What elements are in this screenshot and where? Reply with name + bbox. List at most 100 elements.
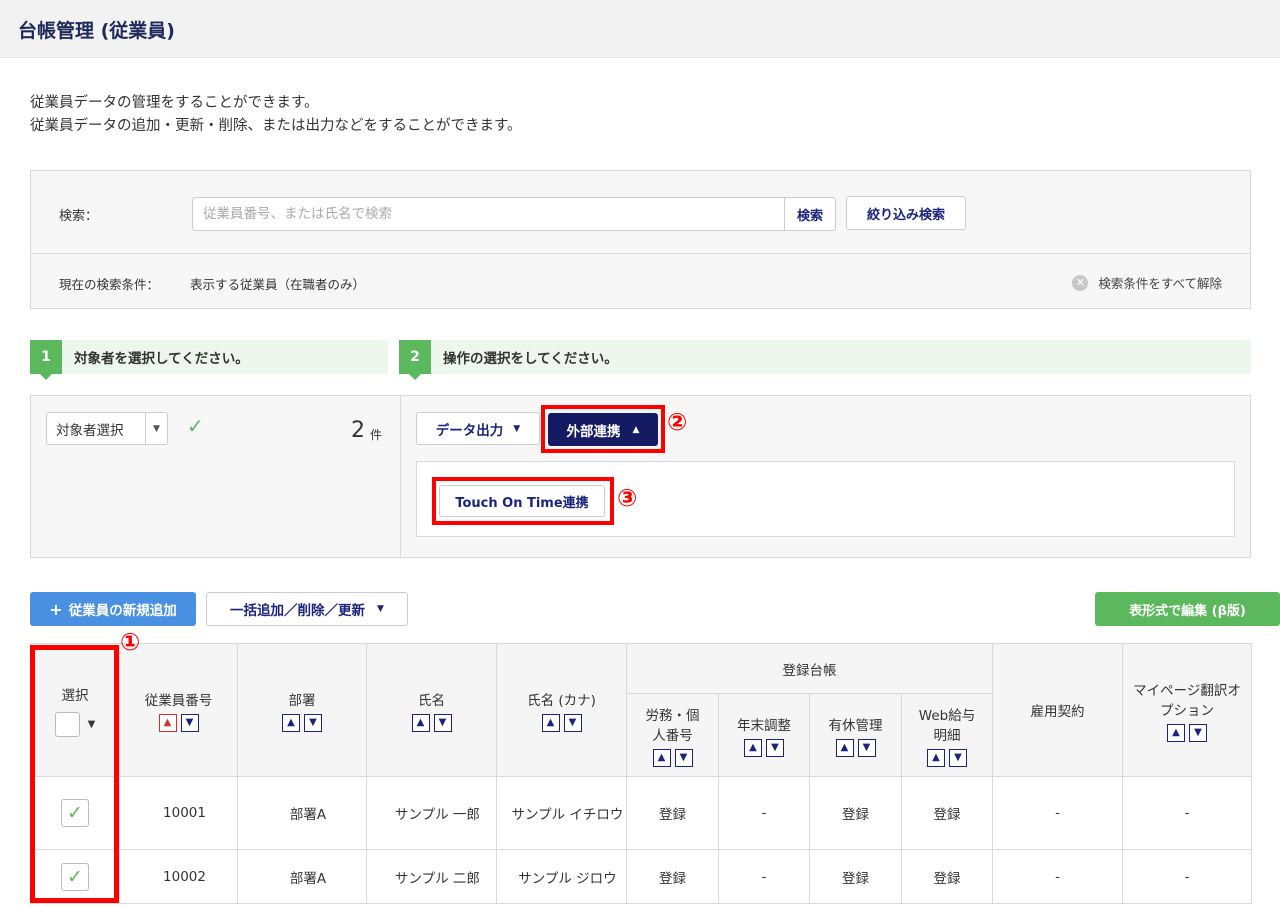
sort-asc-icon[interactable]: ▲ xyxy=(282,713,300,732)
header-name: 氏名 ▲ ▼ xyxy=(366,643,497,777)
header-paid-leave: 有休管理 ▲ ▼ xyxy=(809,693,902,777)
current-condition-value: 表示する従業員（在職者のみ） xyxy=(190,277,366,292)
operations-panel: 対象者選択 ▼ ✓ 2 件 データ出力 ▼ 外部連携 ▲ ② Touch On … xyxy=(30,395,1251,558)
clear-conditions-label: 検索条件をすべて解除 xyxy=(1098,276,1222,291)
sort-desc-icon[interactable]: ▼ xyxy=(563,713,582,732)
page-title: 台帳管理 (従業員) xyxy=(18,20,175,42)
annotation-highlight-box xyxy=(30,645,119,903)
sort-desc-icon[interactable]: ▼ xyxy=(180,713,199,732)
cell-year-end: - xyxy=(718,776,810,850)
sort-desc-icon[interactable]: ▼ xyxy=(766,738,784,757)
step-number: 2 xyxy=(399,340,431,380)
annotation-number-3: ③ xyxy=(617,484,638,512)
header-label: マイページ翻訳オプション xyxy=(1133,682,1241,719)
plus-icon: + xyxy=(49,599,63,619)
cell-name-kana: サンプル イチロウ xyxy=(496,776,627,850)
annotation-highlight-box xyxy=(432,477,614,525)
sort-desc-icon[interactable]: ▼ xyxy=(857,738,876,757)
data-output-label: データ出力 xyxy=(435,422,504,439)
search-panel: 検索： 検索 絞り込み検索 現在の検索条件： 表示する従業員（在職者のみ） ✕ … xyxy=(30,170,1251,309)
search-label: 検索： xyxy=(59,209,99,224)
sort-desc-icon[interactable]: ▼ xyxy=(674,748,693,767)
header-labor-mynumber: 労務・個人番号 ▲ ▼ xyxy=(626,693,719,777)
sort-asc-icon[interactable]: ▲ xyxy=(541,713,560,732)
external-link-submenu: Touch On Time連携 ③ xyxy=(416,461,1235,537)
search-button[interactable]: 検索 xyxy=(784,197,836,231)
cell-contract: - xyxy=(992,776,1123,850)
bulk-operations-label: 一括追加／削除／更新 xyxy=(230,603,366,619)
page-header: 台帳管理 (従業員) xyxy=(0,0,1280,58)
caret-down-icon: ▼ xyxy=(513,423,521,434)
cell-labor: 登録 xyxy=(626,849,719,904)
header-employment-contract: 雇用契約 xyxy=(992,643,1123,777)
cell-department: 部署A xyxy=(237,849,367,904)
annotation-number-1: ① xyxy=(120,628,141,656)
cell-name[interactable]: サンプル 一郎 xyxy=(366,776,497,850)
header-label: 有休管理 xyxy=(828,717,883,734)
sort-asc-icon[interactable]: ▲ xyxy=(1167,723,1185,742)
filter-search-button[interactable]: 絞り込み検索 xyxy=(846,196,966,230)
sort-asc-icon[interactable]: ▲ xyxy=(835,738,854,757)
grid-edit-button[interactable]: 表形式で編集 (β版) xyxy=(1095,592,1280,626)
sort-asc-icon[interactable]: ▲ xyxy=(744,738,762,757)
header-web-payslip: Web給与明細 ▲ ▼ xyxy=(901,693,993,777)
cell-paid-leave: 登録 xyxy=(809,849,902,904)
page-description: 従業員データの管理をすることができます。 従業員データの追加・更新・削除、または… xyxy=(30,92,522,138)
selected-count: 2 xyxy=(351,418,365,443)
cell-department: 部署A xyxy=(237,776,367,850)
add-employee-button[interactable]: + 従業員の新規追加 xyxy=(30,592,196,626)
sort-desc-icon[interactable]: ▼ xyxy=(304,713,322,732)
step-text: 操作の選択をしてください。 xyxy=(443,351,618,367)
step-1-header: 1 対象者を選択してください。 xyxy=(30,340,388,380)
header-mypage-translation: マイページ翻訳オプション ▲ ▼ xyxy=(1122,643,1252,777)
table-row: ✓ 10002 部署A サンプル 二郎 サンプル ジロウ 登録 - 登録 登録 … xyxy=(30,849,1252,904)
search-input[interactable] xyxy=(192,197,784,231)
current-condition-label: 現在の検索条件： xyxy=(59,277,160,292)
sort-asc-icon[interactable]: ▲ xyxy=(411,713,430,732)
cell-web-payslip: 登録 xyxy=(901,776,993,850)
target-select-dropdown[interactable]: 対象者選択 ▼ xyxy=(46,412,168,445)
sort-asc-icon[interactable]: ▲ xyxy=(927,748,945,767)
header-label: 氏名 xyxy=(418,692,445,709)
table-row: ✓ 10001 部署A サンプル 一郎 サンプル イチロウ 登録 - 登録 登録… xyxy=(30,776,1252,850)
sort-desc-icon[interactable]: ▼ xyxy=(1189,723,1207,742)
cell-name-kana: サンプル ジロウ xyxy=(496,849,627,904)
header-label: 労務・個人番号 xyxy=(645,707,700,744)
sort-desc-icon[interactable]: ▼ xyxy=(949,748,967,767)
cell-labor: 登録 xyxy=(626,776,719,850)
bulk-operations-button[interactable]: 一括追加／削除／更新 ▼ xyxy=(206,592,408,626)
selected-count-unit: 件 xyxy=(370,428,383,442)
caret-down-icon: ▼ xyxy=(377,604,384,614)
check-icon: ✓ xyxy=(187,414,204,438)
description-line-2: 従業員データの追加・更新・削除、または出力などをすることができます。 xyxy=(30,118,522,134)
header-year-end-adjustment: 年末調整 ▲ ▼ xyxy=(718,693,810,777)
divider xyxy=(31,253,1250,254)
clear-conditions-link[interactable]: ✕ 検索条件をすべて解除 xyxy=(1072,273,1222,292)
cell-mypage: - xyxy=(1122,776,1252,850)
cell-year-end: - xyxy=(718,849,810,904)
clear-circle-icon: ✕ xyxy=(1072,274,1089,291)
annotation-highlight-box xyxy=(541,405,665,453)
divider xyxy=(400,396,401,557)
employee-table: 選択 ▼ 従業員番号 ▲▼ 部署 ▲▼ 氏名 ▲▼ 氏名 (カナ) ▲▼ xyxy=(30,643,1252,904)
header-label: 部署 xyxy=(288,692,316,709)
annotation-number-2: ② xyxy=(667,408,688,436)
cell-web-payslip: 登録 xyxy=(901,849,993,904)
cell-employee-number: 10002 xyxy=(119,849,238,904)
cell-name[interactable]: サンプル 二郎 xyxy=(366,849,497,904)
header-employee-number: 従業員番号 ▲ ▼ xyxy=(119,643,238,777)
sort-desc-icon[interactable]: ▼ xyxy=(433,713,452,732)
description-line-1: 従業員データの管理をすることができます。 xyxy=(30,95,319,111)
data-output-button[interactable]: データ出力 ▼ xyxy=(416,412,540,445)
add-employee-label: 従業員の新規追加 xyxy=(68,603,177,619)
target-select-label: 対象者選択 xyxy=(56,422,124,439)
cell-mypage: - xyxy=(1122,849,1252,904)
sort-asc-icon[interactable]: ▲ xyxy=(652,748,671,767)
header-department: 部署 ▲ ▼ xyxy=(237,643,367,777)
header-registered-ledger: 登録台帳 xyxy=(626,643,993,694)
step-number: 1 xyxy=(30,340,62,380)
header-label: 年末調整 xyxy=(737,717,791,734)
cell-employee-number: 10001 xyxy=(119,776,238,850)
sort-asc-icon[interactable]: ▲ xyxy=(158,713,177,732)
cell-paid-leave: 登録 xyxy=(809,776,902,850)
